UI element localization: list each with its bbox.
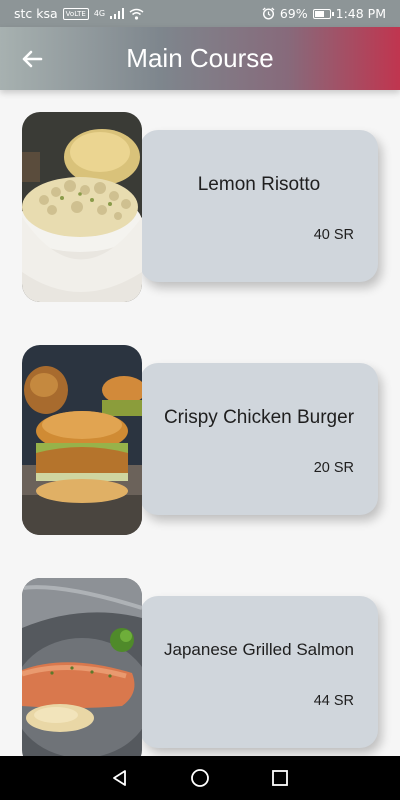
menu-item-card[interactable]: Lemon Risotto 40 SR — [140, 130, 378, 282]
menu-item-photo-salmon[interactable] — [22, 578, 142, 756]
menu-item[interactable]: Japanese Grilled Salmon 44 SR — [0, 578, 400, 756]
square-recents-icon — [272, 770, 288, 786]
alarm-icon — [262, 7, 275, 20]
nav-back-button[interactable] — [108, 766, 132, 790]
page-title: Main Course — [126, 43, 274, 73]
nav-recents-button[interactable] — [268, 766, 292, 790]
menu-item[interactable]: Lemon Risotto 40 SR — [0, 112, 400, 302]
menu-item-name: Crispy Chicken Burger — [163, 407, 355, 428]
system-nav-bar — [0, 756, 400, 800]
menu-item-photo-burger[interactable] — [22, 345, 142, 535]
volte-badge: VoLTE — [62, 7, 89, 20]
status-bar: stc ksa VoLTE 4G 69% 1:48 PM — [0, 0, 400, 27]
menu-item-card[interactable]: Japanese Grilled Salmon 44 SR — [140, 596, 378, 748]
menu-item[interactable]: Crispy Chicken Burger 20 SR — [0, 345, 400, 535]
menu-list[interactable]: Lemon Risotto 40 SR Crispy Chicken Burge… — [0, 90, 400, 756]
network-type: 4G — [93, 9, 106, 18]
app-header: Main Course — [0, 27, 400, 90]
circle-home-icon — [191, 769, 209, 787]
battery-percent: 69% — [279, 6, 308, 21]
signal-icon — [110, 8, 125, 19]
menu-item-price: 44 SR — [313, 693, 354, 709]
menu-item-price: 40 SR — [313, 227, 354, 243]
menu-item-price: 20 SR — [313, 460, 354, 476]
menu-item-name: Lemon Risotto — [197, 174, 321, 195]
clock: 1:48 PM — [335, 6, 386, 21]
battery-level — [314, 10, 324, 17]
carrier-name: stc ksa — [14, 6, 58, 21]
battery-icon — [312, 8, 334, 19]
menu-item-card[interactable]: Crispy Chicken Burger 20 SR — [140, 363, 378, 515]
status-right: 69% 1:48 PM — [262, 6, 386, 21]
wifi-icon — [129, 8, 144, 20]
triangle-back-icon — [113, 770, 126, 786]
menu-item-name: Japanese Grilled Salmon — [164, 640, 354, 659]
status-left: stc ksa VoLTE 4G — [14, 6, 144, 21]
nav-home-button[interactable] — [188, 766, 212, 790]
menu-item-photo-risotto[interactable] — [22, 112, 142, 302]
